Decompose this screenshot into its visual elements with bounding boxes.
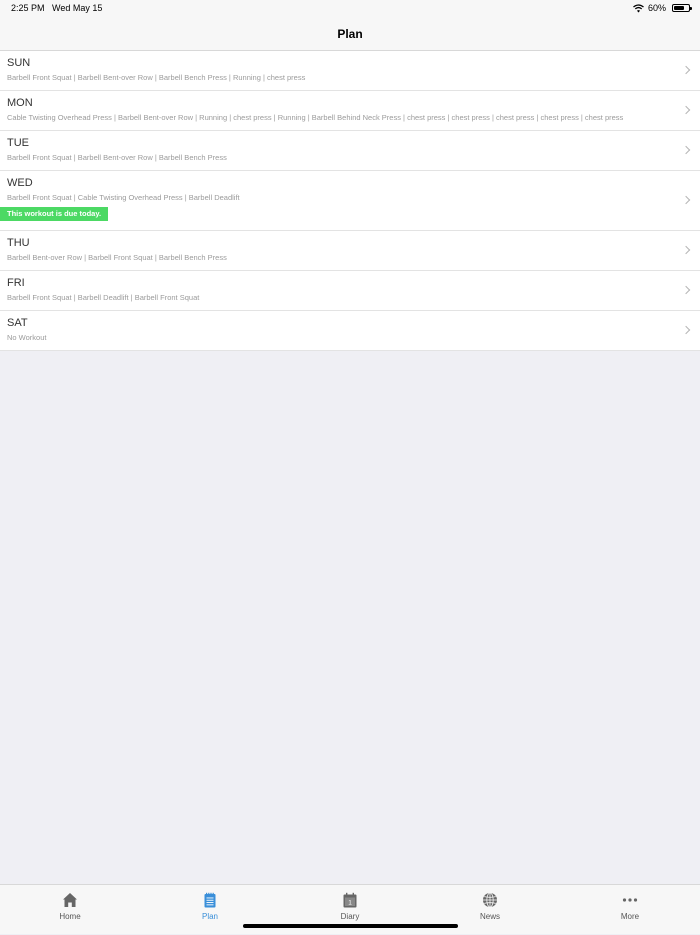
home-indicator (243, 924, 458, 928)
day-label: SAT (7, 317, 28, 329)
day-label: TUE (7, 137, 29, 149)
page-title: Plan (337, 27, 363, 41)
day-label: MON (7, 97, 33, 109)
day-exercises: Barbell Bent-over Row | Barbell Front Sq… (7, 253, 227, 262)
day-exercises: Barbell Front Squat | Barbell Deadlift |… (7, 293, 200, 302)
chevron-right-icon (681, 245, 691, 255)
day-label: SUN (7, 57, 31, 69)
battery-fill (674, 6, 684, 10)
day-exercises: No Workout (7, 333, 47, 342)
status-right: 60% (633, 3, 692, 13)
chevron-right-icon (681, 65, 691, 75)
battery-percent: 60% (647, 3, 666, 13)
day-label: FRI (7, 277, 25, 289)
tab-label: Diary (340, 912, 360, 921)
chevron-right-icon (681, 285, 691, 295)
home-icon (62, 892, 78, 908)
chevron-right-icon (681, 325, 691, 335)
tab-label: News (479, 912, 500, 921)
more-icon (622, 892, 638, 908)
day-label: THU (7, 237, 30, 249)
day-row-wed[interactable]: WED Barbell Front Squat | Cable Twisting … (0, 171, 700, 231)
chevron-right-icon (681, 105, 691, 115)
day-exercises: Barbell Front Squat | Barbell Bent-over … (7, 153, 227, 162)
status-time: 2:25 PM (11, 3, 45, 13)
globe-icon (482, 892, 498, 908)
day-row-sat[interactable]: SAT No Workout (0, 311, 700, 351)
tab-home[interactable]: Home (0, 885, 140, 935)
tab-label: More (620, 912, 640, 921)
notepad-icon (202, 892, 218, 908)
calendar-icon: 1 (342, 892, 358, 908)
day-list: SUN Barbell Front Squat | Barbell Bent-ov… (0, 51, 700, 351)
day-exercises: Cable Twisting Overhead Press | Barbell … (7, 113, 624, 122)
day-row-mon[interactable]: MON Cable Twisting Overhead Press | Barbe… (0, 91, 700, 131)
status-date: Wed May 15 (52, 3, 103, 13)
day-exercises: Barbell Front Squat | Barbell Bent-over … (7, 73, 306, 82)
battery-icon (672, 4, 692, 12)
wifi-icon (633, 3, 644, 12)
day-row-tue[interactable]: TUE Barbell Front Squat | Barbell Bent-ov… (0, 131, 700, 171)
day-label: WED (7, 177, 33, 189)
day-row-fri[interactable]: FRI Barbell Front Squat | Barbell Deadlif… (0, 271, 700, 311)
day-row-thu[interactable]: THU Barbell Bent-over Row | Barbell Front… (0, 231, 700, 271)
status-bar: 2:25 PM Wed May 15 60% (0, 0, 700, 18)
day-exercises: Barbell Front Squat | Cable Twisting Ove… (7, 193, 240, 202)
due-today-badge: This workout is due today. (0, 207, 109, 221)
tab-label: Home (59, 912, 81, 921)
tab-more[interactable]: More (560, 885, 700, 935)
tab-label: Plan (201, 912, 218, 921)
day-row-sun[interactable]: SUN Barbell Front Squat | Barbell Bent-ov… (0, 51, 700, 91)
chevron-right-icon (681, 145, 691, 155)
nav-bar: Plan (0, 18, 700, 51)
chevron-right-icon (681, 195, 691, 205)
svg-text:1: 1 (348, 900, 352, 907)
